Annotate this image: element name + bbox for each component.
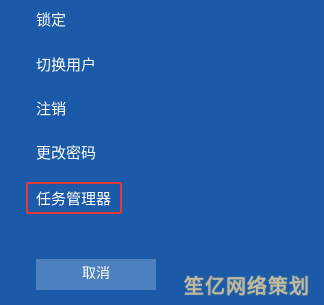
menu-item-switch-user[interactable]: 切换用户 — [36, 55, 96, 75]
menu-item-task-manager[interactable]: 任务管理器 — [36, 189, 111, 209]
menu-item-lock[interactable]: 锁定 — [36, 10, 66, 30]
menu-item-change-password[interactable]: 更改密码 — [36, 143, 96, 163]
cancel-button[interactable]: 取消 — [36, 259, 156, 290]
menu-item-sign-out[interactable]: 注销 — [36, 99, 66, 119]
